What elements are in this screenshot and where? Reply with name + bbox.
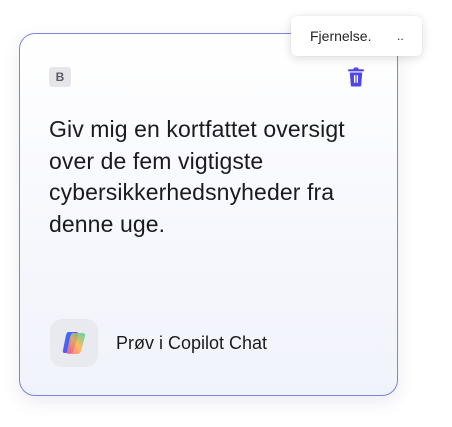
copilot-logo-icon xyxy=(62,332,86,354)
try-in-copilot-chat-label: Prøv i Copilot Chat xyxy=(116,332,268,353)
remove-tooltip: Fjernelse. .. xyxy=(291,16,422,56)
prompt-text: Giv mig en kortfattet oversigt over de f… xyxy=(49,116,345,237)
tooltip-text: Fjernelse. xyxy=(310,28,372,44)
tooltip-trail: .. xyxy=(397,29,404,43)
try-in-copilot-chat-button[interactable]: Prøv i Copilot Chat xyxy=(50,319,267,367)
prompt-badge: B xyxy=(49,67,71,87)
delete-button[interactable] xyxy=(345,65,367,89)
prompt-card[interactable]: B Giv mig en kortfattet oversigt over de… xyxy=(19,33,398,396)
trash-icon xyxy=(348,67,364,87)
copilot-icon-tile xyxy=(50,319,98,367)
